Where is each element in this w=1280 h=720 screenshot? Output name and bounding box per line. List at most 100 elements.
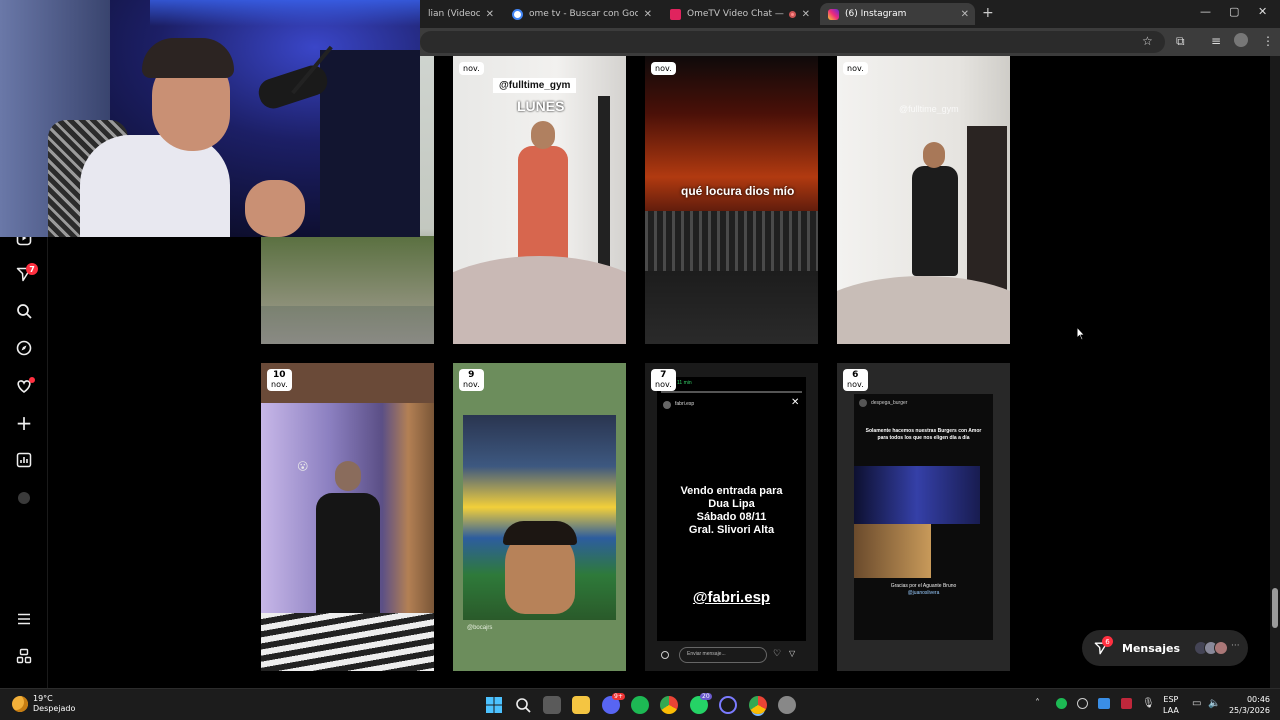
person-head — [531, 121, 555, 149]
file-explorer-icon[interactable] — [572, 696, 590, 714]
author-name: despega_burger — [871, 400, 908, 406]
person-figure — [316, 493, 380, 623]
tab-title: OmeTV Video Chat — Ome — [687, 9, 785, 19]
reply-input: Enviar mensaje... — [679, 647, 767, 663]
volume-icon[interactable]: 🔈 — [1208, 698, 1220, 709]
close-tab-icon[interactable]: ✕ — [644, 9, 652, 20]
chrome-active-icon[interactable] — [749, 696, 767, 714]
close-tab-icon[interactable]: ✕ — [486, 9, 494, 20]
bookmark-star-icon[interactable]: ☆ — [1142, 34, 1153, 48]
heart-icon: ♡ — [773, 648, 782, 658]
date-month: nov. — [655, 380, 672, 389]
tab-instagram[interactable]: (6) Instagram ✕ — [820, 3, 975, 25]
omnibox[interactable] — [420, 31, 1165, 53]
recording-icon — [788, 10, 796, 18]
story-text-overlay: qué locura dios mío — [681, 184, 795, 198]
windows-start-icon[interactable] — [485, 696, 503, 714]
messages-button[interactable]: 6 Mensajes ··· — [1082, 630, 1248, 666]
spotify-tray-icon[interactable] — [1056, 698, 1067, 709]
date-month: nov. — [463, 380, 480, 389]
date-month: nov. — [655, 64, 672, 73]
author-avatar — [663, 401, 671, 409]
close-tab-icon[interactable]: ✕ — [802, 9, 810, 20]
close-window-button[interactable]: ✕ — [1258, 5, 1267, 18]
date-day: 9 — [468, 370, 475, 380]
restore-button[interactable]: ▢ — [1229, 5, 1239, 18]
story-date-badge: nov. — [843, 62, 868, 75]
story-date-badge: nov. — [651, 62, 676, 75]
story-progress-bar — [661, 391, 802, 393]
network-icon[interactable]: ▭ — [1192, 698, 1201, 709]
system-clock[interactable]: 00:46 25/3/2026 — [1226, 694, 1270, 716]
weather-widget[interactable]: 19°C Despejado — [12, 694, 75, 714]
date-day: 6 — [852, 370, 859, 380]
menu-kebab-icon[interactable]: ⋮ — [1262, 34, 1274, 48]
story-tile[interactable]: nov. @fulltime_gym — [837, 56, 1010, 344]
date-month: nov. — [271, 380, 288, 389]
microphone-icon[interactable]: 🎙 — [1142, 698, 1155, 709]
clock-date: 25/3/2026 — [1228, 706, 1270, 715]
date-month: nov. — [463, 64, 480, 73]
person-head — [923, 142, 945, 168]
search-icon[interactable] — [514, 696, 532, 714]
author-avatar — [859, 399, 867, 407]
tab-videoclip[interactable]: lian (Videoclip ✕ — [420, 3, 500, 25]
status-time: 11 min — [677, 380, 692, 386]
whatsapp-badge: 20 — [700, 693, 712, 700]
story-tile[interactable]: 9 nov. @bocajrs — [453, 363, 626, 671]
minimize-button[interactable]: — — [1200, 5, 1211, 18]
avatar — [1214, 641, 1228, 655]
story-tile[interactable]: nov. qué locura dios mío — [645, 56, 818, 344]
story-mention-sticker: @fulltime_gym — [899, 104, 959, 114]
tab-google[interactable]: ome tv - Buscar con Google ✕ — [504, 3, 658, 25]
obs-icon[interactable] — [719, 696, 737, 714]
author-name: fabri.esp — [675, 401, 695, 407]
spotify-icon[interactable] — [631, 696, 649, 714]
moon-icon — [12, 696, 28, 712]
embedded-room-image — [854, 524, 931, 578]
search-icon — [661, 651, 669, 659]
story-caption: Gracias por el Aguante Bruno — [890, 583, 957, 589]
extensions-icon[interactable]: ⧉ — [1176, 34, 1185, 49]
scrollbar-thumb[interactable] — [1272, 588, 1278, 628]
chrome-icon[interactable] — [660, 696, 678, 714]
media-control-icon[interactable]: ≡ — [1211, 34, 1221, 48]
profile-avatar[interactable] — [1234, 33, 1248, 47]
bed-blanket — [261, 613, 434, 671]
task-view-icon[interactable] — [543, 696, 561, 714]
person-hair — [142, 38, 234, 78]
tray-app-icon[interactable] — [1077, 698, 1088, 709]
story-date-badge: 9 nov. — [459, 369, 484, 391]
story-tile[interactable]: nov. @fulltime_gym LUNES — [453, 56, 626, 344]
language-indicator[interactable]: ESP LAA — [1163, 694, 1179, 716]
tab-ometv[interactable]: OmeTV Video Chat — Ome ✕ — [662, 3, 816, 25]
tab-title: lian (Videoclip — [428, 9, 480, 19]
story-date-badge: nov. — [459, 62, 484, 75]
story-tile[interactable]: 6 nov. despega_burger Solamente hacemos n… — [837, 363, 1010, 671]
story-date-badge: 10 nov. — [267, 369, 292, 391]
mouse-cursor-icon — [1076, 326, 1086, 341]
story-date-badge: 7 nov. — [651, 369, 676, 391]
tray-expand-icon[interactable]: ˄ — [1035, 698, 1040, 709]
tab-title: ome tv - Buscar con Google — [529, 9, 638, 19]
send-icon: ▽ — [789, 649, 796, 658]
tray-app-icon[interactable] — [1121, 698, 1132, 709]
close-tab-icon[interactable]: ✕ — [961, 9, 969, 20]
story-tile[interactable]: 10 nov. 😮 — [261, 363, 434, 671]
clock-time: 00:46 — [1246, 695, 1270, 704]
page-scrollbar[interactable] — [1270, 56, 1280, 688]
tray-app-icon[interactable] — [1098, 698, 1110, 709]
weather-condition: Despejado — [33, 704, 76, 713]
close-icon: ✕ — [791, 397, 800, 408]
reshared-story-frame: despega_burger Solamente hacemos nuestra… — [854, 394, 993, 640]
app-icon[interactable] — [778, 696, 796, 714]
story-text-overlay: LUNES — [517, 98, 565, 114]
messages-badge: 6 — [1102, 636, 1113, 647]
mirror-base — [837, 276, 1010, 344]
webcam-overlay — [0, 0, 420, 237]
new-tab-button[interactable]: + — [982, 5, 994, 21]
messages-label: Mensajes — [1122, 641, 1180, 655]
lang-code: ESP — [1163, 695, 1179, 704]
tab-title: (6) Instagram — [845, 9, 907, 19]
story-tile[interactable]: 7 nov. 11 min fabri.esp ✕ Vendo entrada p… — [645, 363, 818, 671]
